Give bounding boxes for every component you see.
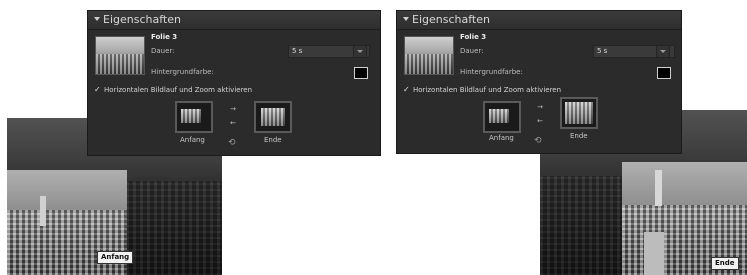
properties-panel-right: Eigenschaften Folie 3 Dauer: 5 s Hinterg… [396, 10, 682, 154]
zoom-end-thumbnail[interactable] [254, 101, 292, 133]
duration-value: 5 s [597, 47, 608, 55]
zoom-start-label: Anfang [180, 136, 205, 144]
zoom-end-label: Ende [264, 136, 282, 144]
properties-panel-left: Eigenschaften Folie 3 Dauer: 5 s Hinterg… [87, 10, 381, 156]
panel-header[interactable]: Eigenschaften [397, 11, 681, 30]
zoom-end-thumbnail[interactable] [560, 97, 598, 129]
swap-right-icon[interactable]: → [534, 103, 546, 111]
background-color-label: Hintergrundfarbe: [151, 68, 214, 76]
duration-label: Dauer: [460, 47, 484, 55]
zoom-region-sky [7, 170, 127, 210]
slide-thumbnail [404, 36, 454, 75]
duration-value: 5 s [292, 47, 303, 55]
checkmark-icon[interactable]: ✓ [94, 85, 101, 94]
slide-name: Folie 3 [460, 33, 487, 41]
zoom-start-thumbnail[interactable] [483, 101, 521, 133]
background-color-swatch[interactable] [657, 67, 671, 79]
tower-silhouette [40, 196, 46, 226]
panel-title: Eigenschaften [412, 13, 490, 26]
duration-dropdown-button[interactable] [656, 45, 670, 58]
collapse-triangle-icon[interactable] [403, 17, 409, 21]
swap-left-icon[interactable]: ← [227, 119, 239, 127]
background-color-swatch[interactable] [354, 67, 368, 79]
slide-thumbnail [95, 36, 145, 75]
zoom-start-tag: Anfang [97, 251, 134, 264]
cycle-icon[interactable]: ⟲ [228, 138, 236, 148]
pan-zoom-checkbox-label[interactable]: Horizontalen Bildlauf und Zoom aktiviere… [104, 86, 252, 94]
cycle-icon[interactable]: ⟲ [534, 136, 542, 146]
pan-zoom-checkbox-label[interactable]: Horizontalen Bildlauf und Zoom aktiviere… [413, 86, 561, 94]
duration-dropdown-button[interactable] [353, 45, 367, 58]
collapse-triangle-icon[interactable] [94, 17, 100, 21]
zoom-end-label: Ende [570, 132, 588, 140]
swap-left-icon[interactable]: ← [534, 117, 546, 125]
chevron-down-icon [357, 50, 363, 53]
checkmark-icon[interactable]: ✓ [403, 85, 410, 94]
zoom-start-label: Anfang [489, 134, 514, 142]
building-block [644, 232, 664, 275]
panel-header[interactable]: Eigenschaften [88, 11, 380, 30]
zoom-region-sky [622, 162, 747, 205]
panel-title: Eigenschaften [103, 13, 181, 26]
zoom-start-thumbnail[interactable] [175, 101, 213, 133]
tower-silhouette [655, 170, 662, 206]
chevron-down-icon [660, 50, 666, 53]
slide-name: Folie 3 [151, 33, 178, 41]
duration-label: Dauer: [151, 47, 175, 55]
swap-right-icon[interactable]: → [227, 105, 239, 113]
background-color-label: Hintergrundfarbe: [460, 68, 523, 76]
zoom-end-tag: Ende [711, 257, 739, 270]
